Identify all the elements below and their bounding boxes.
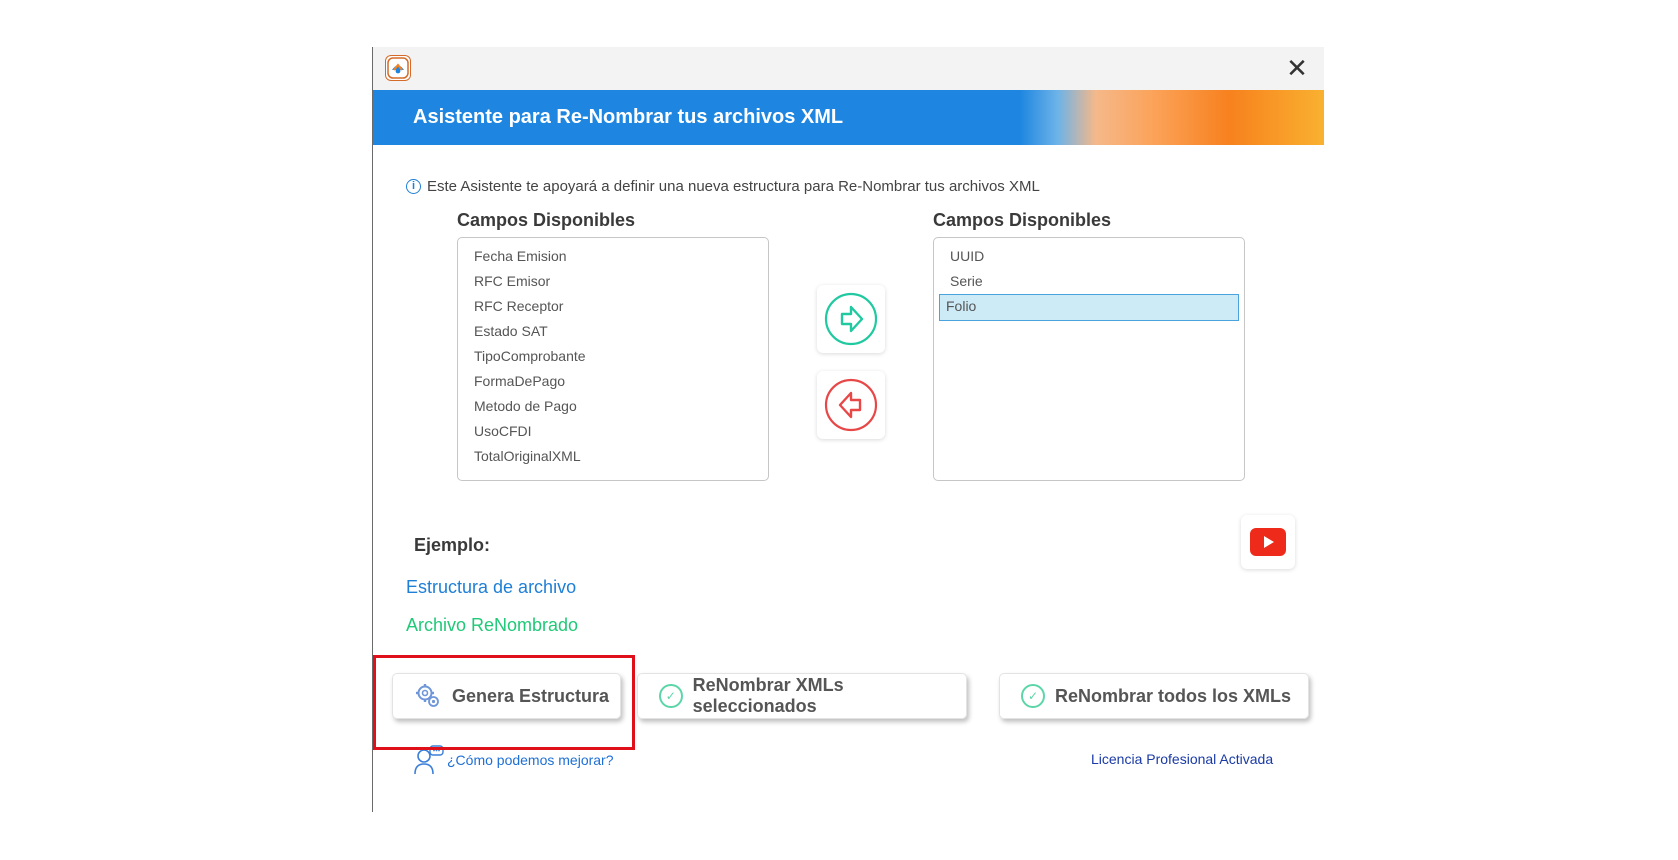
file-structure-text: Estructura de archivo <box>406 577 577 597</box>
feedback-text: ¿Cómo podemos mejorar? <box>447 752 614 768</box>
list-item[interactable]: RFC Receptor <box>463 294 763 319</box>
selected-fields-title: Campos Disponibles <box>933 210 1112 230</box>
app-icon <box>385 55 411 81</box>
check-icon: ✓ <box>659 684 683 708</box>
list-item[interactable]: UsoCFDI <box>463 419 763 444</box>
add-field-button[interactable] <box>817 285 885 353</box>
info-message: i Este Asistente te apoyará a definir un… <box>406 174 1040 198</box>
rename-all-button[interactable]: ✓ ReNombrar todos los XMLs <box>999 673 1309 719</box>
list-item[interactable]: Estado SAT <box>463 319 763 344</box>
header-banner: Asistente para Re-Nombrar tus archivos X… <box>373 90 1324 145</box>
rename-selected-button[interactable]: ✓ ReNombrar XMLs seleccionados <box>637 673 967 719</box>
arrow-right-icon <box>824 292 878 346</box>
arrow-left-icon <box>824 378 878 432</box>
list-item[interactable]: UUID <box>939 244 1239 269</box>
info-icon: i <box>406 178 421 194</box>
list-item[interactable]: Folio <box>939 294 1239 321</box>
list-item[interactable]: Fecha Emision <box>463 244 763 269</box>
list-item[interactable]: Metodo de Pago <box>463 394 763 419</box>
list-item[interactable]: TipoComprobante <box>463 344 763 369</box>
close-icon: ✕ <box>1286 52 1308 83</box>
selected-fields-list[interactable]: UUID Serie Folio <box>933 237 1245 481</box>
list-item[interactable]: TotalOriginalXML <box>463 444 763 469</box>
list-item[interactable]: FormaDePago <box>463 369 763 394</box>
example-label: Ejemplo: <box>414 535 491 555</box>
renamed-file-text: Archivo ReNombrado <box>406 615 579 635</box>
rename-all-label: ReNombrar todos los XMLs <box>1055 685 1292 706</box>
video-tutorial-button[interactable] <box>1241 515 1295 569</box>
list-item[interactable]: RFC Emisor <box>463 269 763 294</box>
available-fields-list[interactable]: Fecha Emision RFC Emisor RFC Receptor Estad… <box>457 237 769 481</box>
close-button[interactable]: ✕ <box>1282 53 1312 83</box>
remove-field-button[interactable] <box>817 371 885 439</box>
highlight-annotation <box>373 655 635 750</box>
list-item[interactable]: Serie <box>939 269 1239 294</box>
info-text: Este Asistente te apoyará a definir una … <box>427 177 1040 195</box>
rename-selected-label: ReNombrar XMLs seleccionados <box>692 675 844 716</box>
license-status: Licencia Profesional Activada <box>1091 751 1274 767</box>
available-fields-title: Campos Disponibles <box>457 210 636 230</box>
youtube-icon <box>1250 528 1286 556</box>
title-bar: ✕ <box>373 47 1324 90</box>
check-icon: ✓ <box>1021 684 1045 708</box>
wizard-title: Asistente para Re-Nombrar tus archivos X… <box>413 106 844 128</box>
